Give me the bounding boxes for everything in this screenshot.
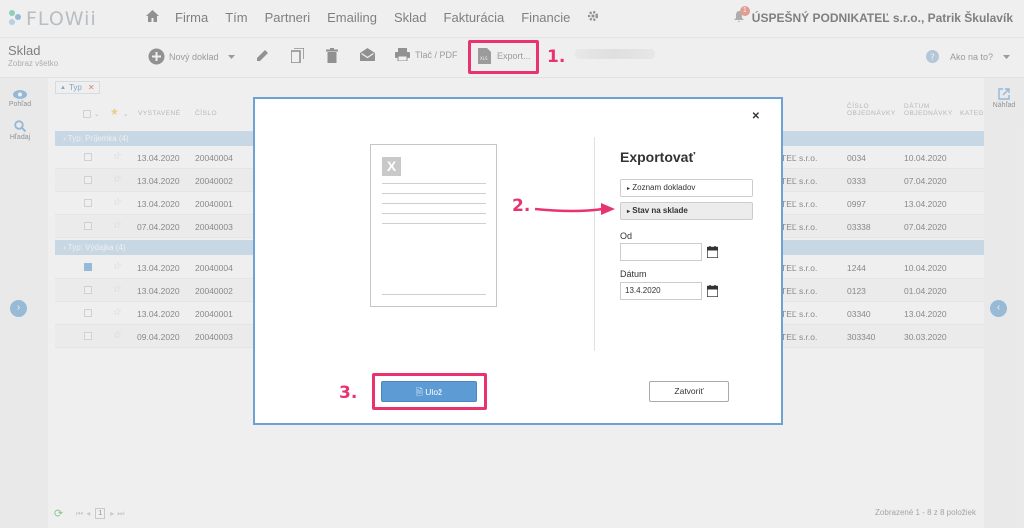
caret-right-icon: ▸ [627, 209, 631, 215]
close-button[interactable]: Zatvoriť [649, 381, 729, 402]
option-stock-status[interactable]: ▸ Stav na sklade [620, 202, 753, 220]
document-preview: X [370, 144, 497, 307]
export-dialog: ✕ X Exportovať ▸ Zoznam dokladov ▸ Stav … [253, 97, 783, 425]
from-label: Od [620, 231, 633, 241]
calendar-icon[interactable] [706, 284, 719, 302]
caret-right-icon: ▸ [627, 186, 631, 192]
highlight-export [468, 40, 539, 74]
excel-icon: X [382, 157, 401, 176]
option-label: Stav na sklade [632, 206, 688, 215]
step-1-marker: 1. [547, 47, 566, 67]
step-2-marker: 2. [512, 196, 531, 216]
option-label: Zoznam dokladov [632, 183, 696, 192]
dialog-divider [594, 137, 595, 351]
calendar-icon[interactable] [706, 245, 719, 263]
dialog-title: Exportovať [620, 149, 696, 165]
from-date-input[interactable] [620, 243, 702, 261]
step-3-marker: 3. [339, 383, 358, 403]
arrow-icon [535, 203, 615, 215]
date-label: Dátum [620, 269, 647, 279]
highlight-save [372, 373, 487, 410]
close-icon[interactable]: ✕ [752, 111, 760, 122]
date-input[interactable]: 13.4.2020 [620, 282, 702, 300]
option-document-list[interactable]: ▸ Zoznam dokladov [620, 179, 753, 197]
